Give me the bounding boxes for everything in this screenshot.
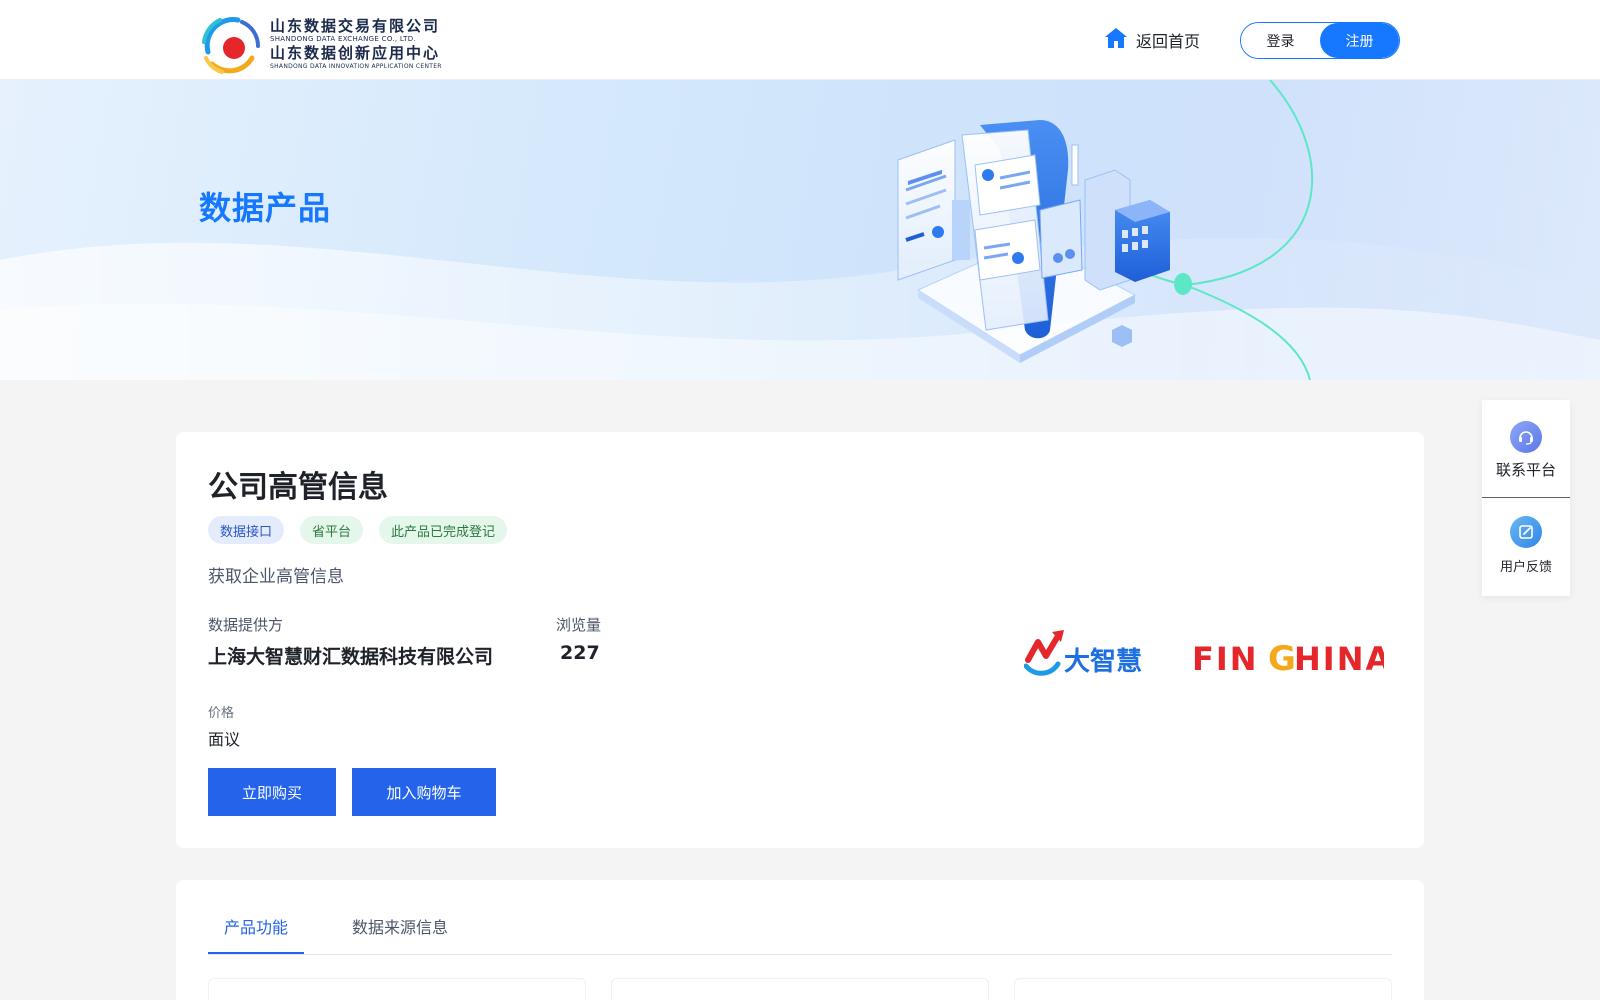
price-value: 面议 <box>208 730 241 749</box>
back-home-label: 返回首页 <box>1136 32 1201 51</box>
side-divider <box>1482 497 1570 498</box>
tab-data-source[interactable]: 数据来源信息 <box>352 914 448 938</box>
logo-center-cn: 山东数据创新应用中心 <box>270 44 441 62</box>
user-feedback-label: 用户反馈 <box>1499 560 1552 575</box>
back-home-link[interactable]: 返回首页 <box>1104 27 1200 53</box>
product-detail-card: 公司高管信息 数据接口 省平台 此产品已完成登记 获取企业高管信息 数据提供方 … <box>176 432 1424 848</box>
feature-card <box>1014 978 1392 1000</box>
provider-brand-en-3: HINA <box>1294 640 1384 678</box>
price-label: 价格 <box>208 706 235 721</box>
contact-platform-button[interactable]: 联系平台 <box>1482 421 1570 497</box>
login-button[interactable]: 登录 <box>1241 23 1320 58</box>
register-button[interactable]: 注册 <box>1320 23 1399 58</box>
floating-side-panel: 联系平台 用户反馈 <box>1482 400 1570 596</box>
home-icon <box>1104 27 1128 53</box>
views-label: 浏览量 <box>556 616 602 634</box>
tag-province-platform: 省平台 <box>300 516 364 544</box>
site-logo[interactable]: 山东数据交易有限公司 SHANDONG DATA EXCHANGE CO., L… <box>198 12 442 76</box>
views-value: 227 <box>560 642 600 664</box>
headset-icon <box>1510 421 1542 453</box>
product-description: 获取企业高管信息 <box>208 567 344 587</box>
logo-name-cn: 山东数据交易有限公司 <box>270 17 441 35</box>
provider-value: 上海大智慧财汇数据科技有限公司 <box>208 646 494 668</box>
tab-bar: 产品功能 数据来源信息 <box>208 880 1392 955</box>
contact-platform-label: 联系平台 <box>1495 461 1556 479</box>
logo-name-en: SHANDONG DATA EXCHANGE CO., LTD. <box>270 35 416 43</box>
buy-now-button[interactable]: 立即购买 <box>208 768 336 816</box>
provider-brand-en-1: FIN <box>1192 640 1259 678</box>
provider-brand-en-2: G <box>1268 639 1296 679</box>
provider-brand-cn: 大智慧 <box>1064 647 1142 677</box>
logo-center-en: SHANDONG DATA INNOVATION APPLICATION CEN… <box>270 63 442 70</box>
tag-registered: 此产品已完成登记 <box>379 516 508 544</box>
tab-product-function[interactable]: 产品功能 <box>224 914 288 938</box>
auth-buttons: 登录 注册 <box>1240 22 1400 59</box>
feature-card <box>208 978 586 1000</box>
product-tabs-card: 产品功能 数据来源信息 <box>176 880 1424 1000</box>
logo-emblem-icon <box>198 12 262 76</box>
tab-active-indicator <box>208 952 304 954</box>
user-feedback-button[interactable]: 用户反馈 <box>1482 516 1570 592</box>
tag-data-api: 数据接口 <box>208 516 285 544</box>
banner-illustration <box>0 80 1600 380</box>
product-tags: 数据接口 省平台 此产品已完成登记 <box>208 516 508 544</box>
provider-label: 数据提供方 <box>208 616 284 634</box>
edit-icon <box>1510 516 1542 548</box>
page-banner: 数据产品 <box>0 80 1600 380</box>
feature-card <box>611 978 989 1000</box>
top-header: 山东数据交易有限公司 SHANDONG DATA EXCHANGE CO., L… <box>0 0 1600 80</box>
add-to-cart-button[interactable]: 加入购物车 <box>352 768 496 816</box>
banner-title: 数据产品 <box>199 189 332 227</box>
provider-logo: 大智慧 FIN G HINA <box>1023 622 1390 682</box>
product-title: 公司高管信息 <box>208 470 388 505</box>
